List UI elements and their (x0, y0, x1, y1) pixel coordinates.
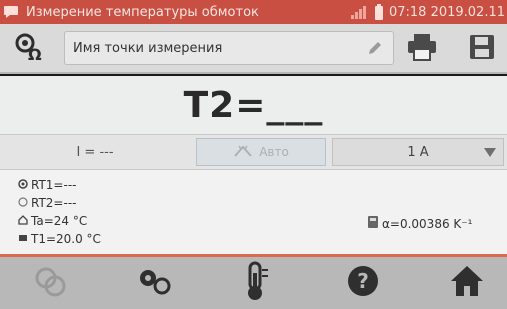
toolbar: Ω Имя точки измерения (0, 24, 507, 74)
auto-button[interactable]: Авто (196, 138, 326, 166)
probe-button[interactable] (26, 263, 76, 303)
t1-readout: T1=20.0 °C (31, 232, 101, 246)
winding-temp-icon (18, 232, 28, 246)
chevron-down-icon (483, 145, 497, 163)
auto-label: Авто (259, 145, 289, 159)
signal-icon (350, 5, 369, 19)
ta-readout: Ta=24 °C (31, 214, 88, 228)
rt2-readout: RT2=--- (31, 196, 77, 210)
measurement-info: RT1=--- RT2=--- Ta=24 °C T1=20.0 °C α=0.… (0, 170, 507, 254)
alpha-readout: α=0.00386 K⁻¹ (382, 216, 473, 231)
home-button[interactable] (442, 263, 492, 303)
calculator-icon (368, 216, 378, 231)
measurement-point-name: Имя точки измерения (73, 40, 223, 56)
ambient-temp-icon (18, 214, 28, 228)
clock: 07:18 2019.02.11 (388, 4, 505, 20)
printer-icon (406, 33, 438, 65)
measurement-point-name-field[interactable]: Имя точки измерения (64, 31, 394, 65)
bottom-nav: ? (0, 254, 507, 309)
probe-icon (33, 264, 69, 302)
current-readout: I = --- (76, 144, 114, 160)
alpha-line: α=0.00386 K⁻¹ (368, 216, 472, 231)
current-controls: I = --- Авто 1 A (0, 134, 507, 170)
thermometer-icon (243, 261, 271, 305)
current-range-select[interactable]: 1 A (332, 138, 504, 166)
settings-icon (135, 266, 175, 300)
svg-text:?: ? (357, 269, 369, 293)
ohm-probe-button[interactable]: Ω (8, 30, 52, 68)
pencil-icon (367, 40, 383, 60)
window-title: Измерение температуры обмоток (26, 4, 259, 20)
status-bar: Измерение температуры обмоток 07:18 2019… (0, 0, 507, 24)
home-icon (449, 264, 485, 302)
help-icon: ? (346, 264, 380, 302)
rt1-line: RT1=--- (18, 178, 76, 192)
rt2-line: RT2=--- (18, 196, 76, 210)
help-button[interactable]: ? (338, 263, 388, 303)
save-icon (469, 34, 495, 64)
print-button[interactable] (400, 30, 444, 68)
battery-icon (374, 4, 383, 20)
chat-icon (0, 0, 22, 24)
save-button[interactable] (460, 30, 504, 68)
t2-value: T2=___ (183, 84, 324, 126)
rt1-readout: RT1=--- (31, 178, 77, 192)
svg-text:Ω: Ω (28, 45, 42, 62)
auto-icon (233, 144, 253, 161)
ta-line: Ta=24 °C (18, 214, 87, 228)
resistance-icon (18, 178, 28, 192)
resistance-outline-icon (18, 196, 28, 210)
ohm-probe-icon: Ω (14, 32, 46, 66)
settings-button[interactable] (130, 263, 180, 303)
measurement-display: T2=___ (0, 76, 507, 134)
current-range-value: 1 A (407, 144, 429, 160)
temperature-button[interactable] (232, 261, 282, 305)
t1-line: T1=20.0 °C (18, 232, 101, 246)
